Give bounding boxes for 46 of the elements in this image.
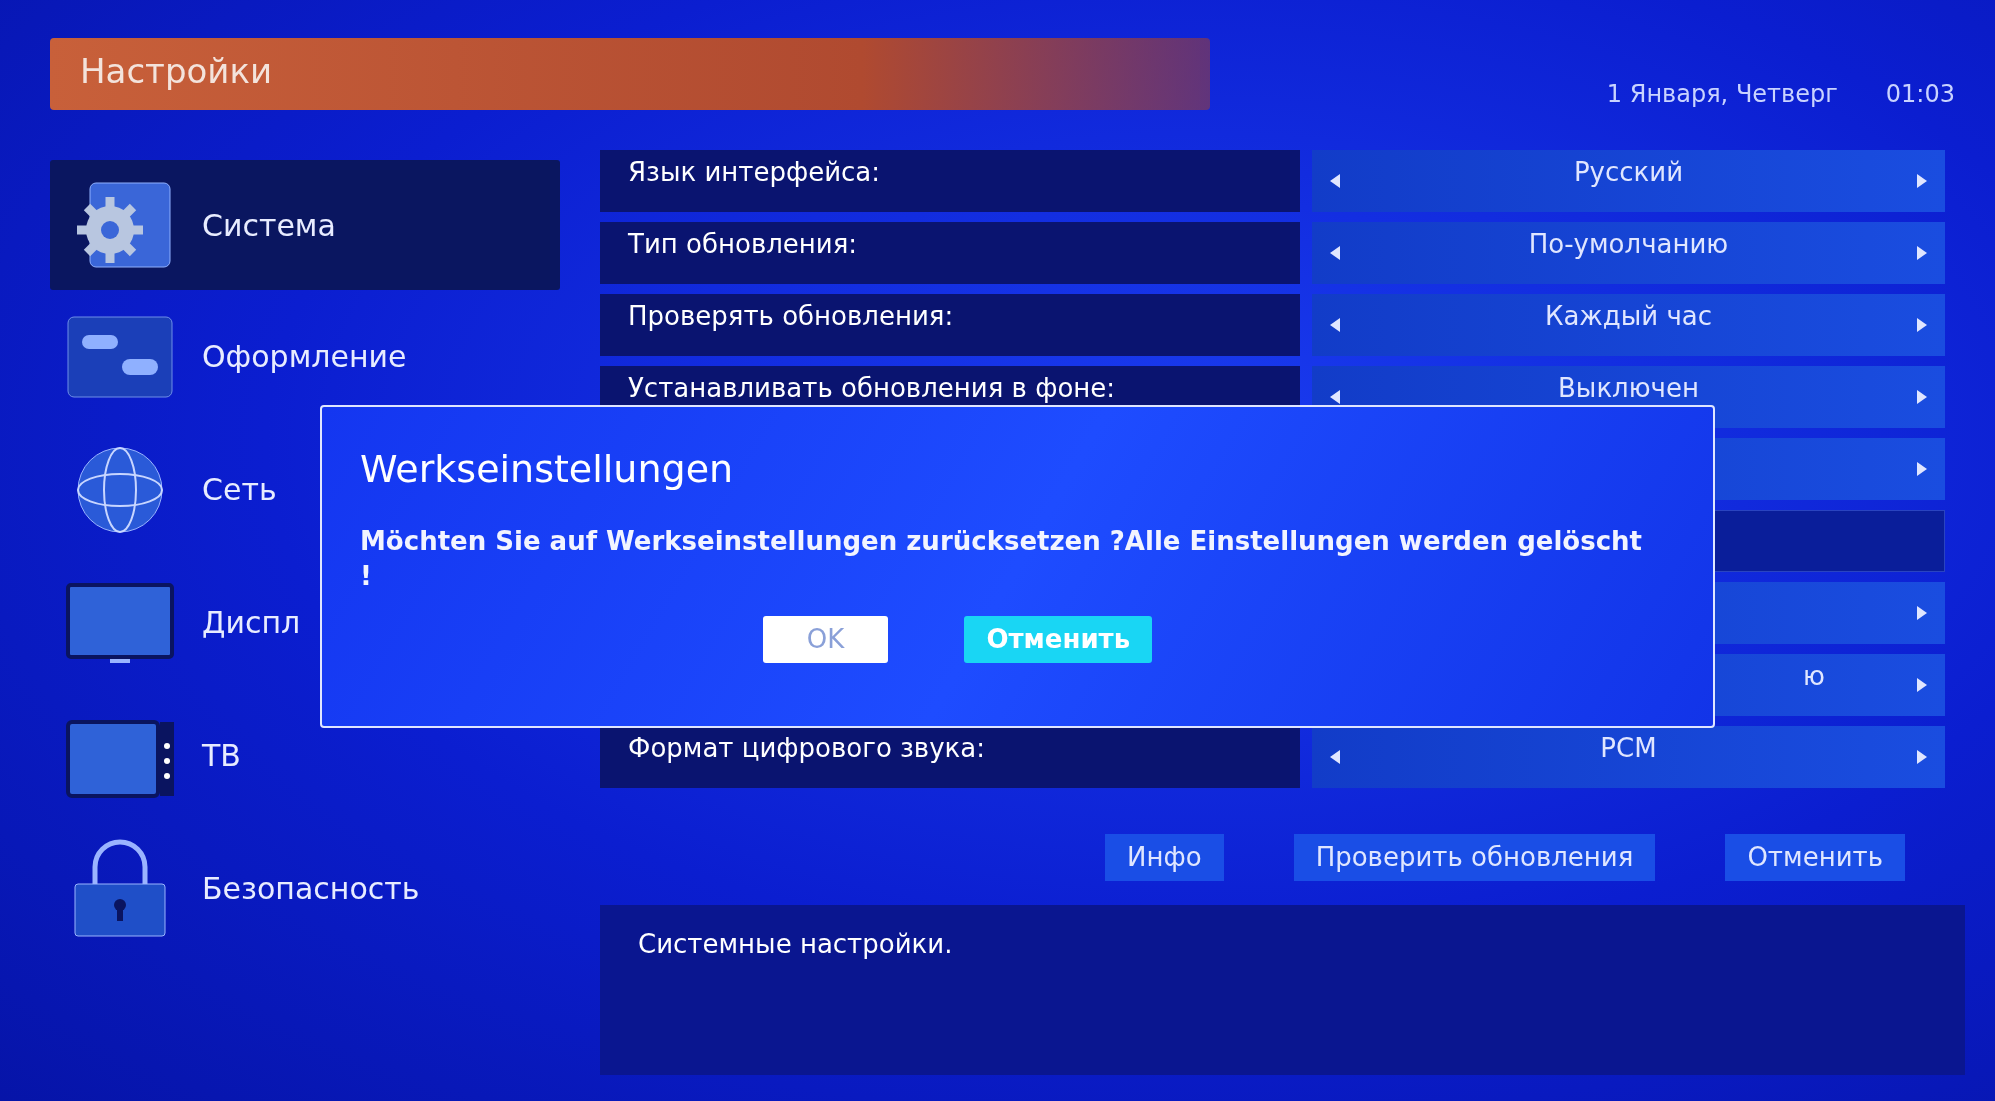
right-arrow-icon[interactable] [1915, 748, 1929, 766]
value-selector[interactable]: Русский [1312, 150, 1945, 212]
sidebar-label: ТВ [202, 737, 241, 775]
sidebar-label: Оформление [202, 338, 407, 376]
sidebar-label: Безопасность [202, 870, 420, 908]
setting-label: Тип обновления: [600, 222, 1300, 284]
sidebar-item[interactable]: Система [50, 160, 560, 290]
right-arrow-icon[interactable] [1915, 388, 1929, 406]
right-arrow-icon[interactable] [1915, 604, 1929, 622]
setting-label: Формат цифрового звука: [600, 726, 1300, 788]
date-text: 1 Января, Четверг [1606, 79, 1838, 110]
left-arrow-icon[interactable] [1328, 172, 1342, 190]
right-arrow-icon[interactable] [1915, 316, 1929, 334]
left-arrow-icon[interactable] [1328, 748, 1342, 766]
value-text: Выключен [1557, 372, 1700, 405]
setting-label: Язык интерфейса: [600, 150, 1300, 212]
value-text: PCM [1599, 732, 1658, 765]
sidebar-item[interactable]: ТВ [50, 689, 560, 822]
setting-label: Проверять обновления: [600, 294, 1300, 356]
action-button[interactable]: Проверить обновления [1293, 834, 1656, 881]
action-button[interactable]: Инфо [1105, 834, 1224, 881]
right-arrow-icon[interactable] [1915, 244, 1929, 262]
dialog-title: Werkseinstellungen [360, 446, 734, 493]
value-text: Каждый час [1543, 300, 1714, 333]
value-text: Русский [1572, 156, 1685, 189]
sidebar-label: Сеть [202, 471, 277, 509]
value-text: ю [1802, 660, 1826, 693]
right-arrow-icon[interactable] [1915, 676, 1929, 694]
value-selector[interactable]: По-умолчанию [1312, 222, 1945, 284]
left-arrow-icon[interactable] [1328, 388, 1342, 406]
sidebar-item[interactable]: Безопасность [50, 822, 560, 955]
value-selector[interactable]: Каждый час [1312, 294, 1945, 356]
right-arrow-icon[interactable] [1915, 172, 1929, 190]
sidebar-label: Диспл [202, 604, 301, 642]
value-selector[interactable]: PCM [1312, 726, 1945, 788]
screen-title: Настройки [80, 51, 272, 91]
sidebar-item[interactable]: Оформление [50, 290, 560, 423]
info-text: Системные настройки. [638, 929, 953, 959]
left-arrow-icon[interactable] [1328, 244, 1342, 262]
value-text: По-умолчанию [1527, 228, 1730, 261]
sidebar-label: Система [202, 206, 336, 245]
left-arrow-icon[interactable] [1328, 316, 1342, 334]
action-button[interactable]: Отменить [1725, 834, 1905, 881]
right-arrow-icon[interactable] [1915, 460, 1929, 478]
dialog-message: Möchten Sie auf Werkseinstellungen zurücksetzen ?Alle Einstellungen werden gelöscht ! [360, 525, 1643, 594]
clock-text: 01:03 [1885, 79, 1955, 110]
